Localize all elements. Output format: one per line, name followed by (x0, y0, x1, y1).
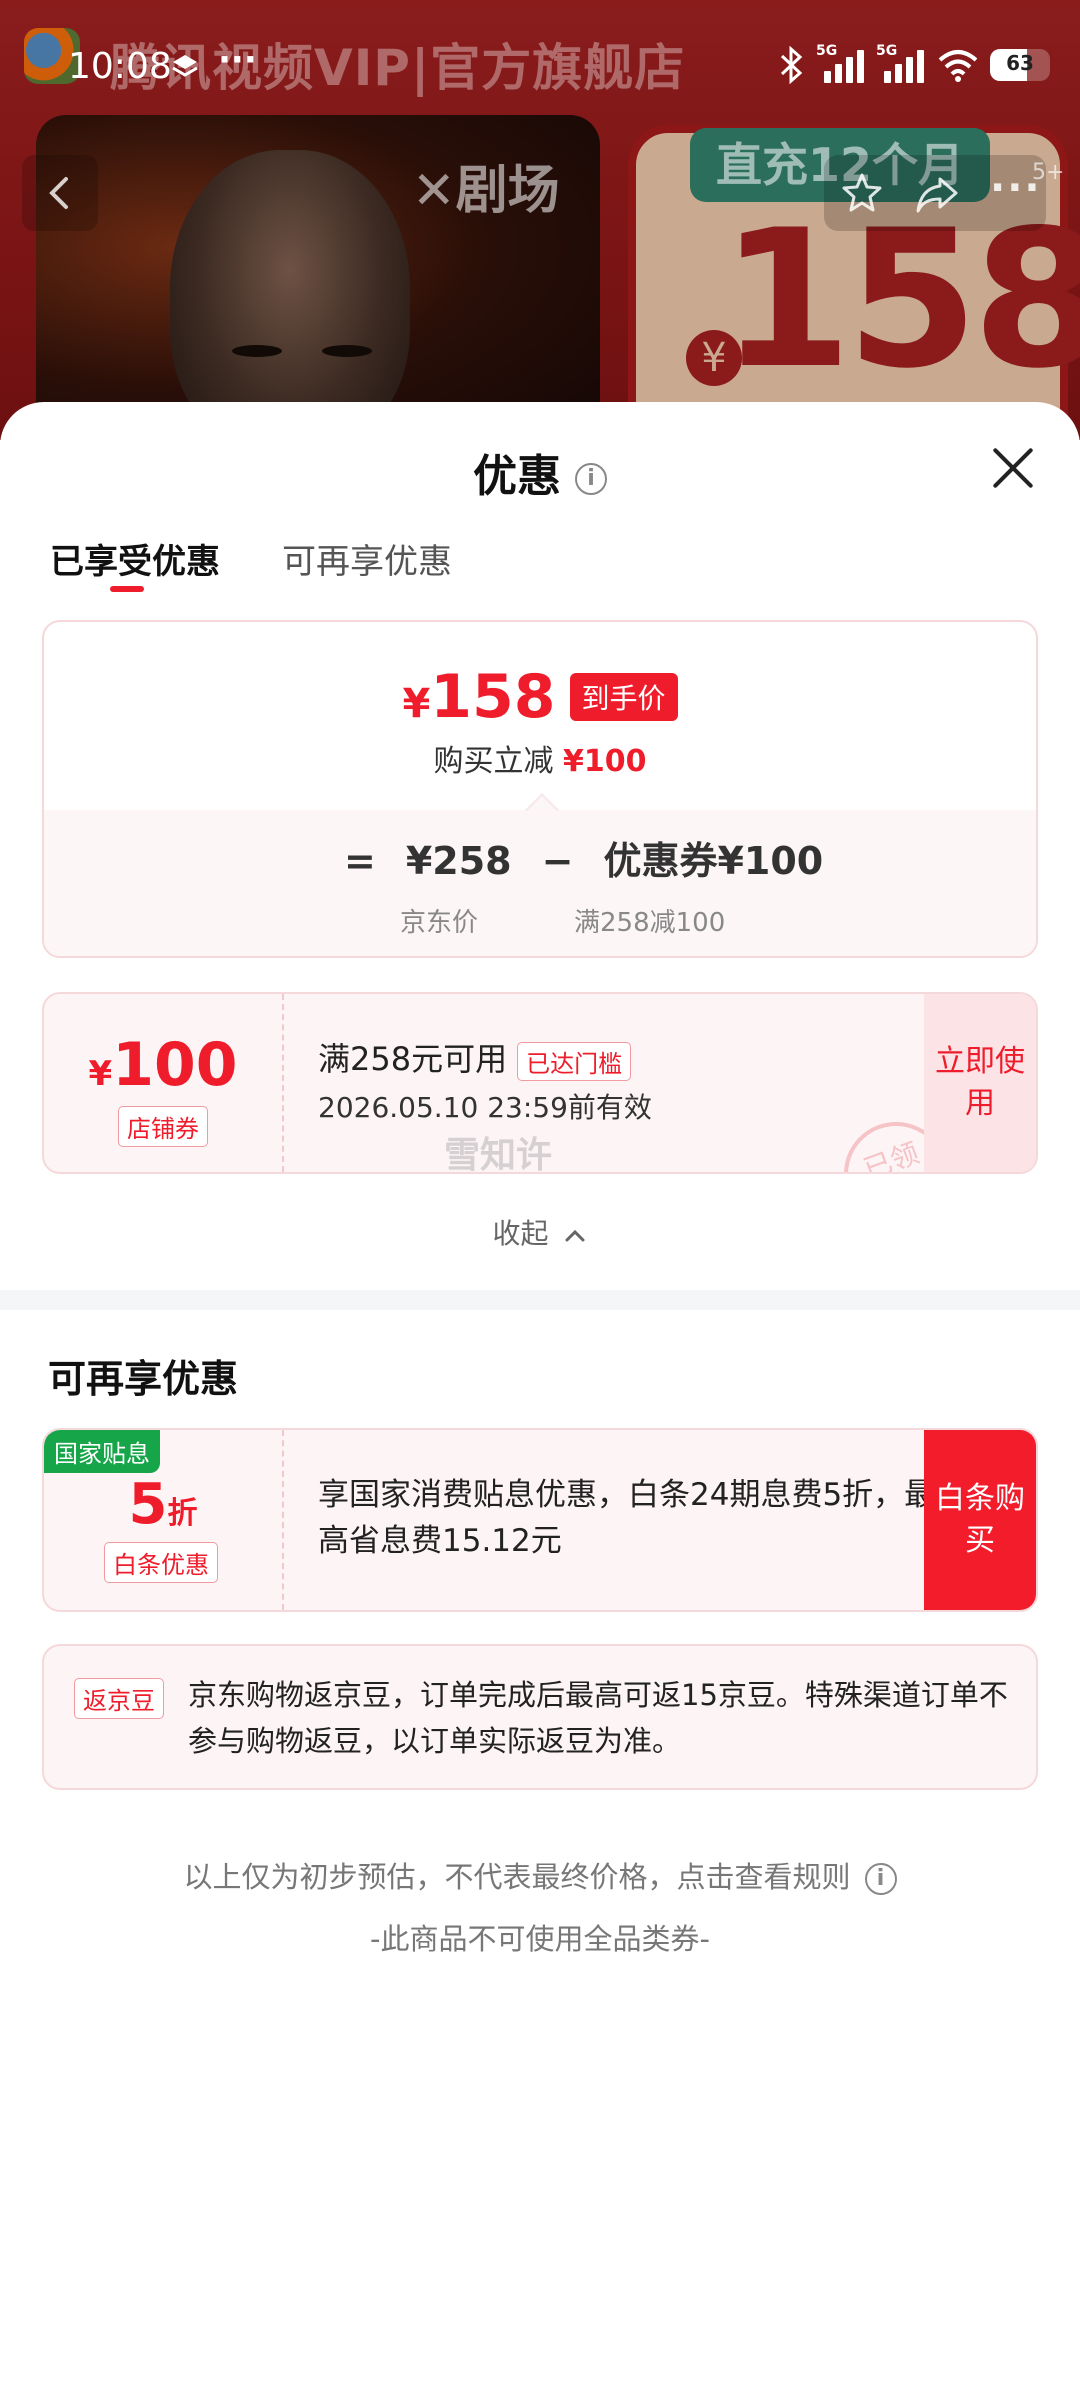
national-subsidy-badge: 国家贴息 (44, 1430, 160, 1473)
jd-bean-tag: 返京豆 (74, 1678, 164, 1719)
tab-more-available[interactable]: 可再享优惠 (282, 534, 452, 583)
subsidy-discount: 5折 (128, 1472, 198, 1537)
poster-portrait (170, 150, 410, 440)
watermark: 雪知许 (444, 1135, 553, 1176)
status-time: 10:08 (68, 46, 172, 87)
price-equation: = ¥258− 优惠券¥100 (344, 839, 824, 883)
instant-discount: 购买立减 ¥100 (433, 744, 647, 779)
collapse-label: 收起 (492, 1217, 549, 1250)
coupon-deduction: 优惠券¥100 (603, 839, 824, 883)
coupon-type: 店铺券 (118, 1106, 208, 1147)
rules-note-text: 以上仅为初步预估，不代表最终价格，点击查看规则 (183, 1860, 851, 1894)
poster-eye (322, 345, 372, 357)
coupon-value-panel: ¥100 店铺券 (44, 994, 284, 1172)
close-button[interactable] (990, 445, 1036, 491)
status-bar: 10:08 ··· 5G 5G 63 (0, 0, 1080, 140)
section-title-more: 可再享优惠 (48, 1357, 239, 1401)
coupon-amount: ¥100 (88, 1030, 238, 1100)
coupon-condition: 满258元可用 已达门槛 (318, 1034, 632, 1081)
share-icon[interactable] (914, 171, 960, 215)
star-icon[interactable] (840, 171, 884, 215)
vip-card-price: 158 (720, 189, 1080, 410)
subsidy-type: 白条优惠 (104, 1542, 218, 1583)
more-badge: 5+ (1032, 160, 1065, 185)
signal-icon: 5G (876, 43, 926, 83)
threshold-reached-badge: 已达门槛 (517, 1041, 632, 1081)
chevron-left-icon (49, 177, 68, 209)
price-breakdown-card: ¥158 到手价 购买立减 ¥100 = ¥258− 优惠券¥100 京东价 满25… (42, 620, 1038, 958)
sheet-title-text: 优惠 (473, 451, 561, 502)
layers-icon (172, 55, 198, 77)
section-divider (0, 1290, 1080, 1310)
poster-eye (232, 345, 282, 357)
vip-card-currency: ¥ (686, 330, 742, 386)
interest-subsidy-card: 5折 白条优惠 国家贴息 享国家消费贴息优惠，白条24期息费5折，最高省息费15… (42, 1428, 1038, 1612)
bluetooth-icon (780, 46, 803, 84)
tab-indicator (110, 586, 144, 592)
poster-brand: ✕剧场 (412, 161, 560, 221)
baitiao-buy-button[interactable]: 白条购买 (924, 1430, 1036, 1610)
info-icon[interactable]: i (864, 1863, 897, 1895)
final-price-tag: 到手价 (569, 673, 678, 721)
battery-level: 63 (1006, 51, 1034, 75)
subsidy-description: 享国家消费贴息优惠，白条24期息费5折，最高省息费15.12元 (318, 1477, 936, 1559)
coupon-condition-label: 满258减100 (574, 908, 726, 938)
jd-bean-description: 京东购物返京豆，订单完成后最高可返15京豆。特殊渠道订单不参与购物返豆，以订单实… (188, 1678, 1008, 1758)
back-button[interactable] (22, 155, 98, 231)
jd-price: ¥258 (405, 839, 512, 883)
collapse-button[interactable]: 收起 (0, 1212, 1080, 1252)
status-icons: 5G 5G 63 (776, 43, 1050, 84)
final-price-row: ¥158 到手价 (44, 662, 1036, 732)
battery-icon: 63 (990, 49, 1050, 81)
rules-note[interactable]: 以上仅为初步预估，不代表最终价格，点击查看规则 i (0, 1854, 1080, 1896)
jd-bean-card: 返京豆 京东购物返京豆，订单完成后最高可返15京豆。特殊渠道订单不参与购物返豆，… (42, 1644, 1038, 1790)
coupon-expiry: 2026.05.10 23:59前有效 (318, 1091, 652, 1124)
final-price: ¥158 (402, 662, 556, 732)
no-coupon-note: -此商品不可使用全品类券- (370, 1922, 710, 1956)
chevron-up-icon (565, 1229, 585, 1242)
wifi-icon (938, 50, 978, 82)
info-icon[interactable]: i (575, 463, 607, 495)
tab-enjoyed[interactable]: 已享受优惠 (50, 534, 220, 583)
use-coupon-button[interactable]: 立即使用 (924, 994, 1036, 1172)
sheet-title: 优惠 i (0, 440, 1080, 504)
signal-icon: 5G (816, 43, 866, 83)
more-status-icon: ··· (218, 40, 257, 80)
jd-price-label: 京东价 (400, 908, 479, 938)
